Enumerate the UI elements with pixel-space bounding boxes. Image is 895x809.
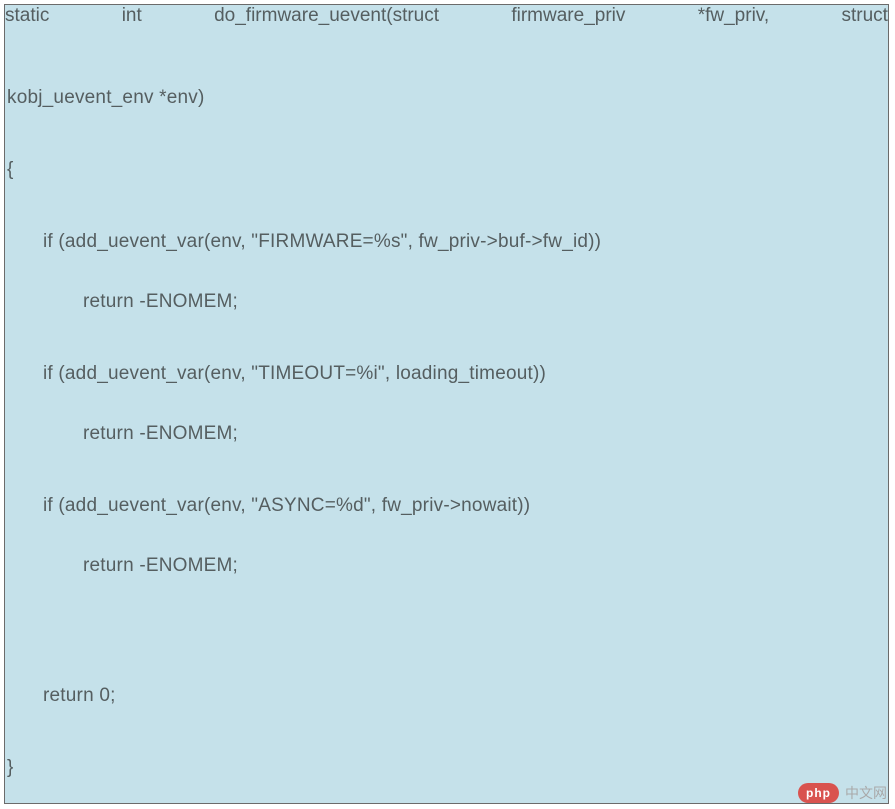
token: *fw_priv, [698, 5, 769, 28]
token: int [122, 5, 142, 28]
token: static [5, 5, 49, 28]
watermark: php 中文网 [798, 783, 887, 803]
code-line-signature-2: kobj_uevent_env *env) [7, 87, 205, 110]
code-line-if-3: if (add_uevent_var(env, "ASYNC=%d", fw_p… [43, 495, 530, 518]
token: do_firmware_uevent(struct [214, 5, 439, 28]
code-line-return-3: return -ENOMEM; [83, 555, 238, 578]
watermark-pill: php [798, 783, 839, 803]
code-line-brace-open: { [7, 159, 14, 182]
token: firmware_priv [511, 5, 625, 28]
code-line-signature-1: static int do_firmware_uevent(struct fir… [5, 5, 888, 28]
code-line-if-1: if (add_uevent_var(env, "FIRMWARE=%s", f… [43, 231, 601, 254]
watermark-text: 中文网 [845, 783, 887, 803]
code-block: static int do_firmware_uevent(struct fir… [4, 4, 889, 804]
token: struct [842, 5, 888, 28]
code-line-brace-close: } [7, 757, 14, 780]
code-line-if-2: if (add_uevent_var(env, "TIMEOUT=%i", lo… [43, 363, 546, 386]
code-line-return-1: return -ENOMEM; [83, 291, 238, 314]
code-line-return-0: return 0; [43, 685, 116, 708]
code-line-return-2: return -ENOMEM; [83, 423, 238, 446]
